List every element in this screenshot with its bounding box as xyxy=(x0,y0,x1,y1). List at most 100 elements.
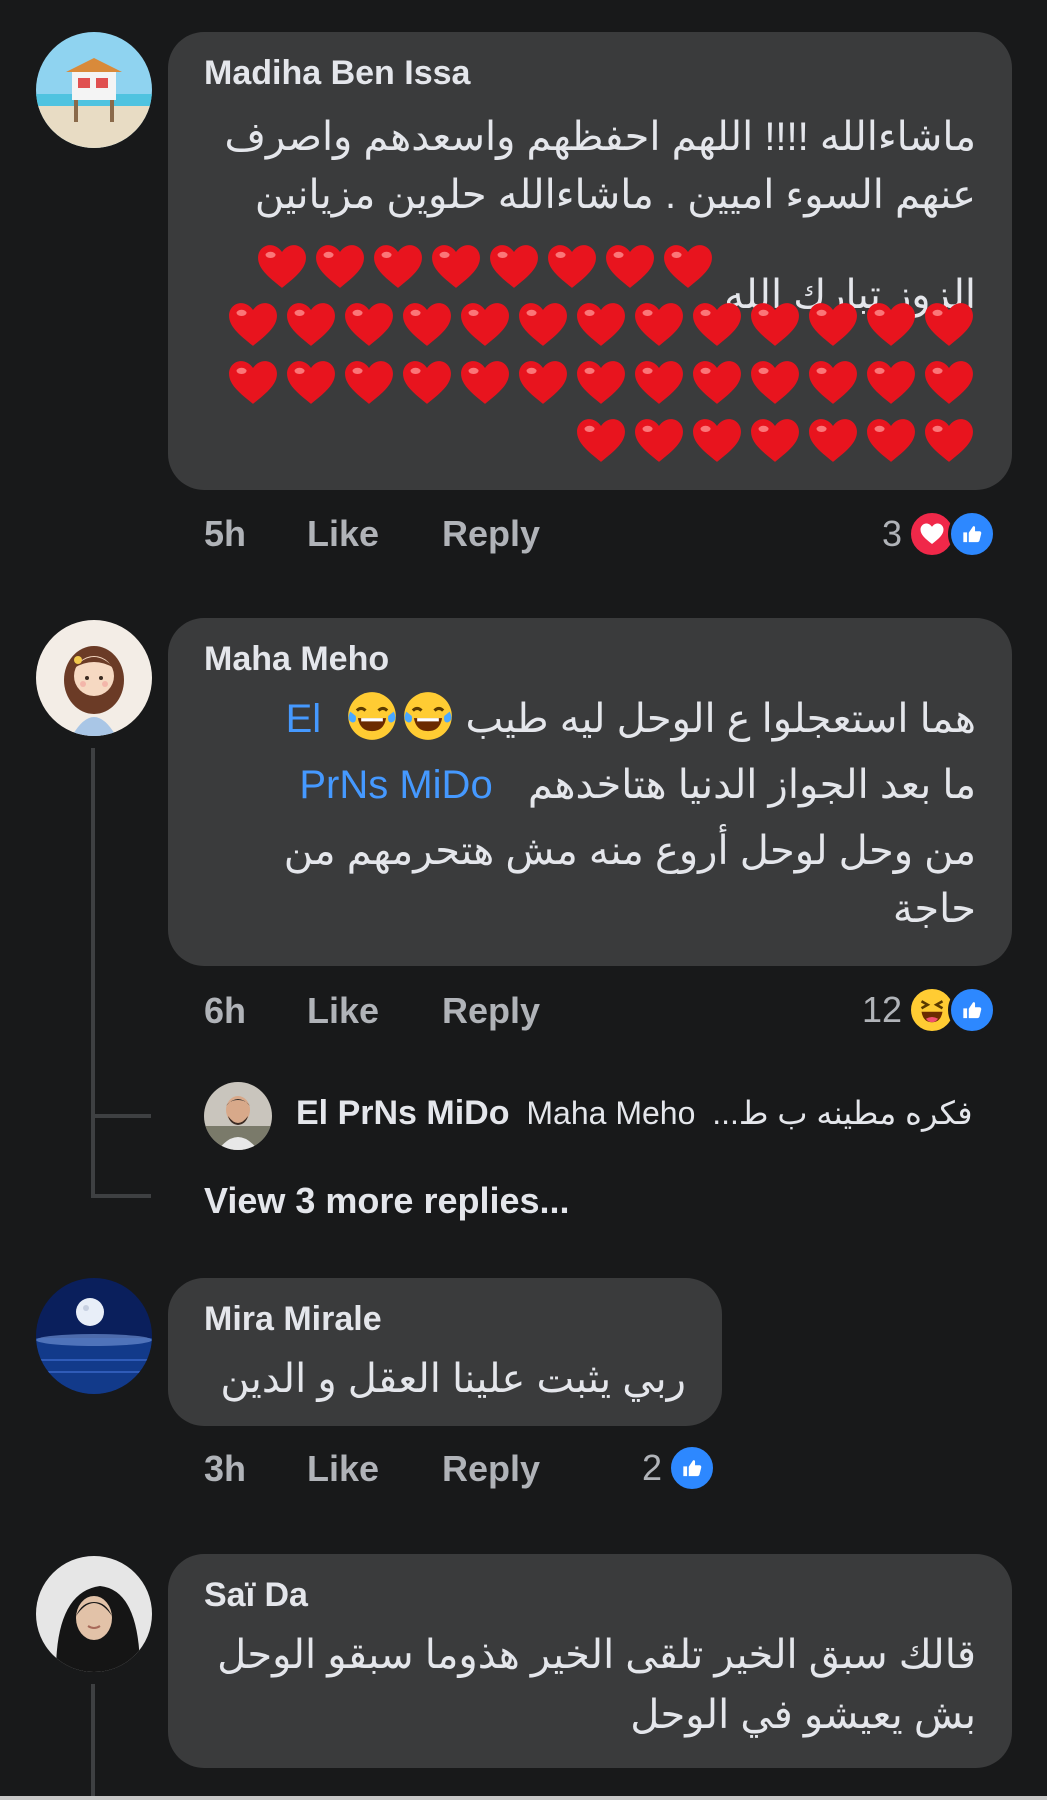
comment-line-2: عنهم السوء اميين . ماشاءالله حلوين مزيان… xyxy=(254,173,976,217)
red-heart-emoji xyxy=(924,300,974,350)
like-reaction-icon xyxy=(948,510,997,558)
red-heart-emoji xyxy=(344,358,394,408)
night-sea-moon-avatar-image xyxy=(36,1278,152,1394)
avatar-madiha[interactable] xyxy=(36,32,152,148)
comment-timestamp[interactable]: 6h xyxy=(204,990,246,1032)
reply-author[interactable]: El PrNs MiDo xyxy=(296,1094,509,1132)
thread-connector-line xyxy=(91,748,95,1196)
comment-line-2: بش يعيشو في الوحل xyxy=(630,1693,976,1737)
avatar-sai-da[interactable] xyxy=(36,1556,152,1672)
reply-mention[interactable]: Maha Meho xyxy=(526,1095,695,1131)
red-heart-emoji xyxy=(634,416,684,466)
reaction-summary[interactable]: 3 xyxy=(882,510,997,558)
red-heart-emoji xyxy=(750,300,800,350)
comment-line-1: هما استعجلوا ع الوحل ليه طيب El xyxy=(286,690,976,748)
like-reaction-icon xyxy=(668,1444,717,1492)
red-heart-emoji xyxy=(489,242,539,292)
red-heart-emoji xyxy=(808,416,858,466)
comment-bubble-maha: Maha Meho هما استعجلوا ع الوحل ليه طيب E… xyxy=(168,618,1012,966)
comment-timestamp[interactable]: 5h xyxy=(204,513,246,555)
red-heart-emoji xyxy=(576,416,626,466)
like-button[interactable]: Like xyxy=(307,990,379,1032)
heart-emoji-row xyxy=(218,354,978,412)
beach-hut-avatar-image xyxy=(36,32,152,148)
red-heart-emoji xyxy=(228,358,278,408)
author-name[interactable]: Madiha Ben Issa xyxy=(204,54,470,93)
red-heart-emoji xyxy=(663,242,713,292)
author-name[interactable]: Saï Da xyxy=(204,1576,308,1615)
red-heart-emoji xyxy=(286,300,336,350)
thread-connector-line xyxy=(91,1684,95,1800)
thread-branch-line xyxy=(91,1114,151,1118)
comment-timestamp[interactable]: 3h xyxy=(204,1448,246,1490)
red-heart-emoji xyxy=(315,242,365,292)
red-heart-emoji xyxy=(808,300,858,350)
mention-link[interactable]: El xyxy=(286,697,322,741)
red-heart-emoji xyxy=(634,358,684,408)
avatar-mira[interactable] xyxy=(36,1278,152,1394)
red-heart-emoji xyxy=(692,416,742,466)
comment-bubble-sai-da: Saï Da قالك سبق الخير تلقى الخير هذوما س… xyxy=(168,1554,1012,1768)
like-button[interactable]: Like xyxy=(307,1448,379,1490)
nested-reply-preview[interactable]: El PrNs MiDo Maha Meho فكره مطينه ب ط... xyxy=(296,1094,973,1133)
comment-line-1: ماشاءالله !!!! اللهم احفظهم واسعدهم واصر… xyxy=(224,115,976,159)
author-name[interactable]: Mira Mirale xyxy=(204,1300,382,1339)
red-heart-emoji xyxy=(576,300,626,350)
reaction-count: 2 xyxy=(642,1447,663,1488)
reaction-count: 3 xyxy=(882,513,903,554)
comment-bubble-mira: Mira Mirale ربي يثبت علينا العقل و الدين xyxy=(168,1278,722,1426)
comment-bubble-madiha: Madiha Ben Issa ماشاءالله !!!! اللهم احف… xyxy=(168,32,1012,490)
red-heart-emoji xyxy=(866,358,916,408)
man-photo-avatar-image xyxy=(204,1082,272,1150)
red-heart-emoji xyxy=(228,300,278,350)
reaction-summary[interactable]: 2 xyxy=(642,1444,717,1492)
like-reaction-icon xyxy=(948,986,997,1034)
red-heart-emoji xyxy=(692,300,742,350)
bottom-scroll-divider xyxy=(0,1796,1047,1800)
reply-button[interactable]: Reply xyxy=(442,513,540,555)
red-heart-emoji xyxy=(866,300,916,350)
red-heart-emoji xyxy=(576,358,626,408)
view-more-replies-link[interactable]: View 3 more replies... xyxy=(204,1180,570,1222)
red-heart-emoji xyxy=(605,242,655,292)
red-heart-emoji xyxy=(692,358,742,408)
mention-link[interactable]: PrNs MiDo xyxy=(299,763,492,807)
heart-emoji-row xyxy=(218,412,978,470)
red-heart-emoji xyxy=(344,300,394,350)
comment-line-4: حاجة xyxy=(892,887,976,931)
thread-branch-line xyxy=(91,1194,151,1198)
cartoon-girl-avatar-image xyxy=(36,620,152,736)
red-heart-emoji xyxy=(808,358,858,408)
red-heart-emoji xyxy=(750,416,800,466)
reply-button[interactable]: Reply xyxy=(442,990,540,1032)
reaction-count: 12 xyxy=(862,989,903,1030)
red-heart-emoji xyxy=(866,416,916,466)
red-heart-emoji xyxy=(750,358,800,408)
red-heart-emoji xyxy=(460,358,510,408)
red-heart-emoji xyxy=(924,416,974,466)
red-heart-emoji xyxy=(286,358,336,408)
red-heart-emoji xyxy=(460,300,510,350)
heart-emoji-row xyxy=(218,296,978,354)
tears-of-joy-emoji xyxy=(402,690,454,742)
comment-text: ما بعد الجواز الدنيا هتاخدهم xyxy=(527,763,976,807)
tears-of-joy-emoji xyxy=(346,690,398,742)
red-heart-emoji xyxy=(518,300,568,350)
woman-hijab-avatar-image xyxy=(36,1556,152,1672)
avatar-maha[interactable] xyxy=(36,620,152,736)
comment-line-2: ما بعد الجواز الدنيا هتاخدهم PrNs MiDo xyxy=(299,756,976,814)
reply-button[interactable]: Reply xyxy=(442,1448,540,1490)
red-heart-emoji xyxy=(257,242,307,292)
reaction-summary[interactable]: 12 xyxy=(862,986,997,1034)
comment-text: هما استعجلوا ع الوحل ليه طيب xyxy=(465,697,976,741)
author-name[interactable]: Maha Meho xyxy=(204,640,389,679)
like-button[interactable]: Like xyxy=(307,513,379,555)
red-heart-emoji xyxy=(634,300,684,350)
red-heart-emoji xyxy=(547,242,597,292)
red-heart-emoji xyxy=(373,242,423,292)
reply-snippet: فكره مطينه ب ط... xyxy=(712,1095,973,1131)
red-heart-emoji xyxy=(924,358,974,408)
comment-line-1: ربي يثبت علينا العقل و الدين xyxy=(220,1357,686,1401)
red-heart-emoji xyxy=(402,300,452,350)
avatar-el-prns-mido[interactable] xyxy=(204,1082,272,1150)
